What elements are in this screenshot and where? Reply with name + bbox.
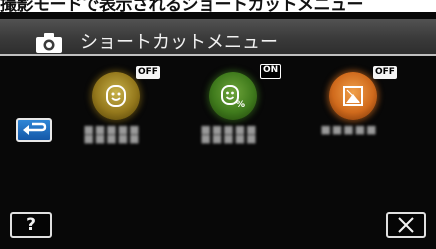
svg-text:%: %: [236, 100, 245, 108]
title-divider: [0, 54, 436, 56]
camera-screen: ショートカットメニュー OFF ■■■■■ ■■■■■ % ON ■■■■■ ■…: [0, 12, 436, 249]
item-label: ■■■■■ ■■■■■: [83, 123, 141, 145]
status-badge: OFF: [373, 66, 397, 79]
close-x-icon: [398, 217, 414, 233]
title-bar: ショートカットメニュー: [0, 19, 436, 54]
scene-icon: [329, 72, 377, 120]
menu-title: ショートカットメニュー: [80, 32, 278, 53]
close-button[interactable]: [386, 212, 426, 238]
shortcut-item-scene[interactable]: OFF: [319, 62, 409, 132]
smile-face-icon: [92, 72, 140, 120]
status-badge: ON: [260, 64, 282, 79]
camera-icon: [36, 33, 62, 53]
shortcut-item-smile-percent[interactable]: % ON: [199, 62, 289, 132]
help-button[interactable]: ?: [10, 212, 52, 238]
status-badge: OFF: [136, 66, 160, 79]
item-label: ■■■■■: [320, 123, 378, 136]
page-caption: 撮影モードで表示されるショートカットメニュー: [0, 0, 364, 12]
smile-percent-icon: %: [209, 72, 257, 120]
return-button[interactable]: [16, 118, 52, 142]
shortcut-item-smile[interactable]: OFF: [82, 62, 172, 132]
return-arrow-icon: [23, 122, 47, 135]
item-label: ■■■■■ ■■■■■: [200, 123, 258, 145]
